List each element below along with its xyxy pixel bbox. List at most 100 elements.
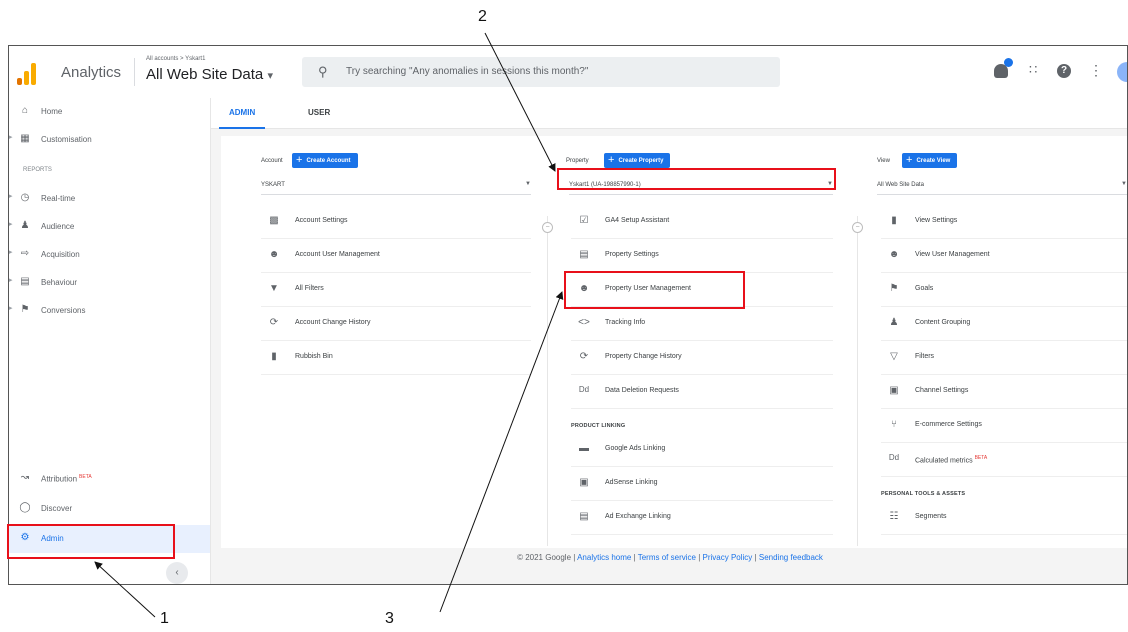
create-property-button[interactable]: + Create Property: [604, 153, 671, 168]
chevron-down-icon: ▼: [1121, 181, 1127, 187]
sidebar-item-label: Real-time: [41, 194, 76, 203]
notification-badge: [1004, 58, 1013, 67]
view-user-management-item[interactable]: ☻ View User Management: [881, 238, 1127, 273]
search-input[interactable]: ⚲ Try searching "Any anomalies in sessio…: [302, 57, 780, 87]
sidebar-item-label: Home: [41, 107, 63, 116]
account-settings-item[interactable]: ▩ Account Settings: [261, 204, 531, 239]
tab-admin[interactable]: ADMIN: [218, 108, 266, 129]
create-account-label: Create Account: [306, 158, 351, 164]
more-vert-icon[interactable]: ⋮: [1089, 62, 1103, 79]
sending-feedback-link[interactable]: Sending feedback: [759, 553, 823, 562]
view-selector[interactable]: All Web Site Data ▾: [146, 66, 273, 83]
chevron-down-icon: ▾: [267, 70, 273, 82]
dd-icon: Dd: [888, 453, 900, 462]
help-icon[interactable]: ?: [1057, 64, 1071, 78]
item-label: Property Settings: [605, 251, 659, 258]
expand-icon: ▸: [9, 134, 13, 141]
privacy-policy-link[interactable]: Privacy Policy: [703, 553, 753, 562]
history-icon: ⟳: [579, 351, 589, 362]
sidebar-item-audience[interactable]: ▸ ♟ Audience: [9, 213, 210, 241]
sidebar-item-label: Attribution BETA: [41, 474, 92, 484]
account-selected-value: YSKART: [261, 182, 285, 188]
tab-user[interactable]: USER: [308, 108, 330, 117]
sidebar-item-customisation[interactable]: ▸ ▦ Customisation: [9, 126, 210, 154]
sidebar-item-label: Discover: [41, 504, 73, 513]
goals-item[interactable]: ⚑ Goals: [881, 272, 1127, 307]
calculated-metrics-item[interactable]: Dd Calculated metrics BETA: [881, 442, 1127, 477]
all-filters-item[interactable]: ▼ All Filters: [261, 272, 531, 307]
property-change-history-item[interactable]: ⟳ Property Change History: [571, 340, 833, 375]
admin-tabs: ADMIN USER: [211, 98, 1127, 129]
property-settings-icon: ▤: [579, 249, 589, 260]
item-label: Content Grouping: [915, 319, 971, 326]
create-account-button[interactable]: + Create Account: [292, 153, 358, 168]
item-label: AdSense Linking: [605, 479, 658, 486]
filters-item[interactable]: ▽ Filters: [881, 340, 1127, 375]
sidebar-item-conversions[interactable]: ▸ ⚑ Conversions: [9, 297, 210, 325]
ads-icon: ▬: [579, 443, 589, 454]
account-selector[interactable]: YSKART ▼: [261, 178, 531, 195]
sidebar-item-real-time[interactable]: ▸ ◷ Real-time: [9, 185, 210, 213]
item-label: GA4 Setup Assistant: [605, 217, 670, 224]
cart-icon: ⑂: [891, 419, 897, 430]
expand-icon: ▸: [9, 193, 13, 200]
item-label: Channel Settings: [915, 387, 969, 394]
adsense-linking-item[interactable]: ▣ AdSense Linking: [571, 466, 833, 501]
property-heading: Property: [566, 158, 589, 164]
sidebar-item-acquisition[interactable]: ▸ ⇨ Acquisition: [9, 241, 210, 269]
filter-icon: ▼: [269, 283, 279, 294]
flag-icon: ⚑: [20, 304, 30, 315]
item-label: Data Deletion Requests: [605, 387, 679, 394]
sidebar-item-home[interactable]: ⌂ Home: [9, 98, 210, 126]
content-grouping-item[interactable]: ♟ Content Grouping: [881, 306, 1127, 341]
segments-item[interactable]: ☷ Segments: [881, 500, 1127, 535]
search-icon: ⚲: [318, 64, 328, 79]
analytics-home-link[interactable]: Analytics home: [577, 553, 631, 562]
highlight-property-user-management: [564, 271, 745, 309]
property-settings-item[interactable]: ▤ Property Settings: [571, 238, 833, 273]
callout-number-1: 1: [160, 610, 169, 627]
account-user-management-item[interactable]: ☻ Account User Management: [261, 238, 531, 273]
collapse-sidebar-button[interactable]: ‹: [166, 562, 188, 584]
sidebar-item-label: Behaviour: [41, 278, 78, 287]
account-change-history-item[interactable]: ⟳ Account Change History: [261, 306, 531, 341]
behaviour-icon: ▤: [20, 276, 30, 287]
copyright: © 2021 Google |: [517, 553, 576, 562]
admin-panel: Account + Create Account YSKART ▼ ▩ Account…: [221, 136, 1127, 548]
data-deletion-requests-item[interactable]: Dd Data Deletion Requests: [571, 374, 833, 409]
sidebar-item-attribution[interactable]: ↝ Attribution BETA: [9, 465, 210, 493]
customisation-icon: ▦: [20, 133, 30, 144]
tracking-info-item[interactable]: <> Tracking Info: [571, 306, 833, 341]
column-divider: [547, 216, 548, 546]
item-label: View Settings: [915, 217, 958, 224]
rubbish-bin-item[interactable]: ▮ Rubbish Bin: [261, 340, 531, 375]
chevron-down-icon: ▼: [525, 181, 531, 187]
ga4-setup-assistant-item[interactable]: ☑ GA4 Setup Assistant: [571, 204, 833, 239]
column-connector-icon: −: [852, 222, 863, 233]
create-view-button[interactable]: + Create View: [902, 153, 958, 168]
ecommerce-settings-item[interactable]: ⑂ E-commerce Settings: [881, 408, 1127, 443]
avatar[interactable]: [1117, 62, 1127, 82]
item-label: Tracking Info: [605, 319, 646, 326]
ad-exchange-linking-item[interactable]: ▤ Ad Exchange Linking: [571, 500, 833, 535]
sidebar-item-behaviour[interactable]: ▸ ▤ Behaviour: [9, 269, 210, 297]
acquisition-icon: ⇨: [20, 248, 30, 259]
terms-of-service-link[interactable]: Terms of service: [638, 553, 696, 562]
reports-heading: REPORTS: [23, 167, 52, 173]
google-ads-linking-item[interactable]: ▬ Google Ads Linking: [571, 432, 833, 467]
plus-icon: +: [608, 154, 615, 166]
sidebar-item-label: Customisation: [41, 135, 92, 144]
create-property-label: Create Property: [618, 158, 664, 164]
expand-icon: ▸: [9, 277, 13, 284]
breadcrumb[interactable]: All accounts > Yskart1: [146, 56, 205, 62]
bulb-icon: ◯: [19, 502, 31, 513]
apps-grid-icon[interactable]: ∷: [1029, 62, 1037, 78]
view-heading: View: [877, 158, 890, 164]
sidebar-item-discover[interactable]: ◯ Discover: [9, 495, 210, 523]
column-connector-icon: −: [542, 222, 553, 233]
channel-settings-item[interactable]: ▣ Channel Settings: [881, 374, 1127, 409]
sidebar-item-label: Acquisition: [41, 250, 80, 259]
view-settings-item[interactable]: ▮ View Settings: [881, 204, 1127, 239]
item-label: Account Change History: [295, 319, 371, 326]
view-column-selector[interactable]: All Web Site Data ▼: [877, 178, 1127, 195]
